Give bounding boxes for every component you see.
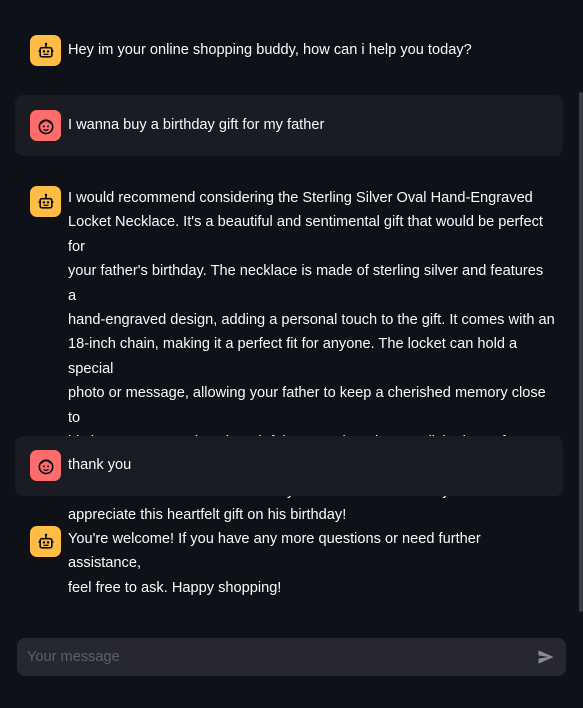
message-text: Hey im your online shopping buddy, how c… [68, 42, 472, 58]
robot-icon [38, 533, 53, 549]
chat-message-assistant: Hey im your online shopping buddy, how c… [15, 28, 563, 72]
user-avatar [30, 450, 61, 481]
chat-input-container [17, 638, 566, 676]
robot-icon [38, 42, 53, 58]
user-face-icon [38, 118, 53, 134]
message-text: thank you [68, 457, 132, 473]
send-icon [538, 650, 554, 664]
robot-icon [38, 193, 53, 209]
chat-message-assistant: I would recommend considering the Sterli… [15, 178, 563, 523]
send-button[interactable] [534, 645, 558, 669]
assistant-avatar [30, 186, 61, 217]
chat-input[interactable] [17, 638, 517, 676]
assistant-avatar [30, 526, 61, 557]
message-text: You're welcome! If you have any more que… [68, 531, 481, 596]
message-text: I wanna buy a birthday gift for my fathe… [68, 117, 325, 133]
scrollbar[interactable] [579, 92, 583, 612]
user-face-icon [38, 458, 53, 474]
chat-app: Hey im your online shopping buddy, how c… [0, 0, 583, 708]
chat-message-assistant: You're welcome! If you have any more que… [15, 518, 563, 596]
chat-message-user: thank you [15, 436, 563, 496]
assistant-avatar [30, 35, 61, 66]
chat-message-user: I wanna buy a birthday gift for my fathe… [15, 95, 563, 156]
user-avatar [30, 110, 61, 141]
